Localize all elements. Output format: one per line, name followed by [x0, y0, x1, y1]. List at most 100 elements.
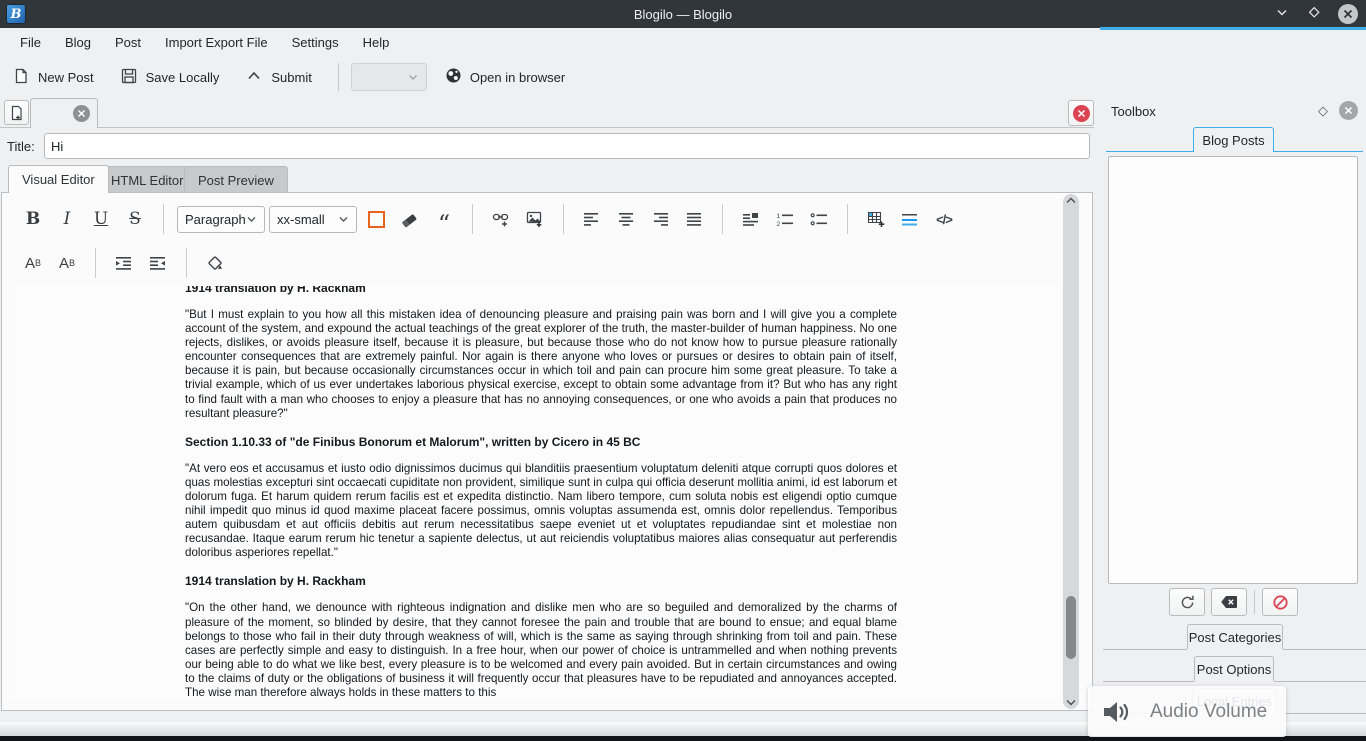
insert-table-button[interactable] — [862, 205, 890, 233]
insert-link-button[interactable] — [487, 205, 515, 233]
align-justify-icon — [685, 212, 703, 227]
bold-button[interactable]: B — [19, 205, 47, 233]
scrollbar-thumb[interactable] — [1066, 596, 1076, 659]
remove-format-button[interactable] — [396, 205, 424, 233]
separator — [563, 204, 564, 234]
align-right-button[interactable] — [646, 205, 674, 233]
blog-profile-select[interactable] — [351, 63, 427, 91]
horizontal-rule-icon — [901, 212, 919, 227]
format-toolbar-row2: AB AB — [16, 245, 232, 281]
open-in-browser-button[interactable]: Open in browser — [445, 67, 565, 87]
image-icon — [526, 210, 545, 229]
title-input[interactable] — [44, 133, 1090, 159]
text-color-button[interactable] — [362, 205, 390, 233]
unordered-list-button[interactable] — [805, 205, 833, 233]
title-label: Title: — [7, 139, 35, 154]
reload-posts-button[interactable] — [1169, 588, 1205, 616]
visual-editor-pane: B I U S Paragraph xx-small “ — [1, 192, 1093, 711]
tabstrip-baseline — [0, 127, 1094, 128]
fill-color-button[interactable] — [201, 249, 229, 277]
minimize-icon[interactable] — [1274, 4, 1290, 25]
dock-float-icon[interactable]: ◇ — [1318, 103, 1328, 119]
chevron-down-icon — [338, 214, 349, 225]
backspace-icon — [1220, 594, 1238, 610]
italic-button[interactable]: I — [53, 205, 81, 233]
tab-blog-posts[interactable]: Blog Posts — [1193, 127, 1274, 152]
chevron-down-icon — [407, 71, 419, 83]
speaker-icon — [1102, 697, 1136, 727]
tab-baseline — [1274, 681, 1366, 682]
new-post-button[interactable]: New Post — [12, 67, 94, 88]
close-current-tab-button[interactable] — [1068, 100, 1094, 126]
tab-post-categories[interactable]: Post Categories — [1187, 624, 1283, 649]
paragraph-style-select[interactable]: Paragraph — [177, 206, 265, 233]
submit-button[interactable]: Submit — [245, 67, 311, 88]
strikethrough-button[interactable]: S — [121, 205, 149, 233]
maximize-icon[interactable] — [1306, 4, 1322, 25]
menu-post[interactable]: Post — [103, 28, 153, 58]
separator — [472, 204, 473, 234]
close-icon[interactable] — [1338, 4, 1358, 24]
menu-import-export-file[interactable]: Import Export File — [153, 28, 280, 58]
insert-image-button[interactable] — [521, 205, 549, 233]
blockquote-button[interactable]: “ — [430, 205, 458, 233]
ordered-list-button[interactable]: 12 — [771, 205, 799, 233]
subscript-button[interactable]: AB — [19, 249, 47, 277]
titlebar[interactable]: B Blogilo — Blogilo — [0, 0, 1366, 28]
tab-post-options[interactable]: Post Options — [1194, 656, 1274, 681]
new-tab-button[interactable] — [4, 100, 29, 125]
cancel-button[interactable] — [1262, 588, 1298, 616]
paragraph-style-value: Paragraph — [185, 212, 246, 227]
toolbox-header: Toolbox ◇ — [1103, 96, 1366, 126]
align-justify-button[interactable] — [680, 205, 708, 233]
editor-scrollbar[interactable] — [1063, 194, 1079, 709]
toolbox-title: Toolbox — [1111, 104, 1156, 119]
tab-underline — [1106, 151, 1193, 152]
menu-help[interactable]: Help — [351, 28, 402, 58]
scroll-up-icon[interactable] — [1063, 194, 1079, 208]
tab-visual-editor[interactable]: Visual Editor — [8, 165, 109, 193]
section-paragraph: "On the other hand, we denounce with rig… — [185, 601, 897, 699]
eraser-icon — [401, 210, 420, 229]
align-left-button[interactable] — [578, 205, 606, 233]
tab-post-preview[interactable]: Post Preview — [184, 166, 288, 193]
underline-button[interactable]: U — [87, 205, 115, 233]
horizontal-rule-button[interactable] — [896, 205, 924, 233]
save-locally-button[interactable]: Save Locally — [120, 67, 220, 88]
paint-bucket-icon — [206, 254, 225, 273]
increase-indent-button[interactable] — [110, 249, 138, 277]
link-icon — [492, 210, 511, 229]
color-swatch-icon — [368, 211, 385, 228]
align-center-icon — [617, 212, 635, 227]
svg-text:2: 2 — [777, 221, 781, 227]
superscript-button[interactable]: AB — [53, 249, 81, 277]
tab-html-editor[interactable]: HTML Editor — [97, 166, 197, 193]
audio-volume-osd: Audio Volume — [1088, 686, 1286, 737]
scroll-down-icon[interactable] — [1063, 695, 1079, 709]
indent-less-icon — [149, 256, 167, 271]
menu-file[interactable]: File — [8, 28, 53, 58]
post-tab[interactable] — [30, 98, 98, 128]
remove-post-button[interactable] — [1211, 588, 1247, 616]
format-toolbar-row1: B I U S Paragraph xx-small “ — [16, 201, 961, 237]
separator — [722, 204, 723, 234]
indent-block-button[interactable] — [737, 205, 765, 233]
open-in-browser-label: Open in browser — [470, 70, 565, 85]
section-heading: 1914 translation by H. Rackham — [185, 574, 897, 588]
font-size-select[interactable]: xx-small — [269, 206, 357, 233]
save-icon — [120, 67, 138, 88]
editor-content-area[interactable]: 1914 translation by H. Rackham "But I mu… — [11, 286, 1057, 699]
dock-close-icon[interactable] — [1339, 101, 1358, 120]
menu-blog[interactable]: Blog — [53, 28, 103, 58]
align-left-icon — [583, 212, 601, 227]
tab-underline — [1273, 151, 1363, 152]
section-heading: Section 1.10.33 of "de Finibus Bonorum e… — [185, 435, 897, 449]
code-button[interactable]: </> — [930, 205, 958, 233]
section-paragraph: "But I must explain to you how all this … — [185, 308, 897, 421]
blog-posts-list[interactable] — [1108, 156, 1358, 584]
menu-settings[interactable]: Settings — [280, 28, 351, 58]
decrease-indent-button[interactable] — [144, 249, 172, 277]
align-center-button[interactable] — [612, 205, 640, 233]
red-close-icon — [1073, 105, 1090, 122]
tab-close-icon[interactable] — [73, 105, 90, 122]
